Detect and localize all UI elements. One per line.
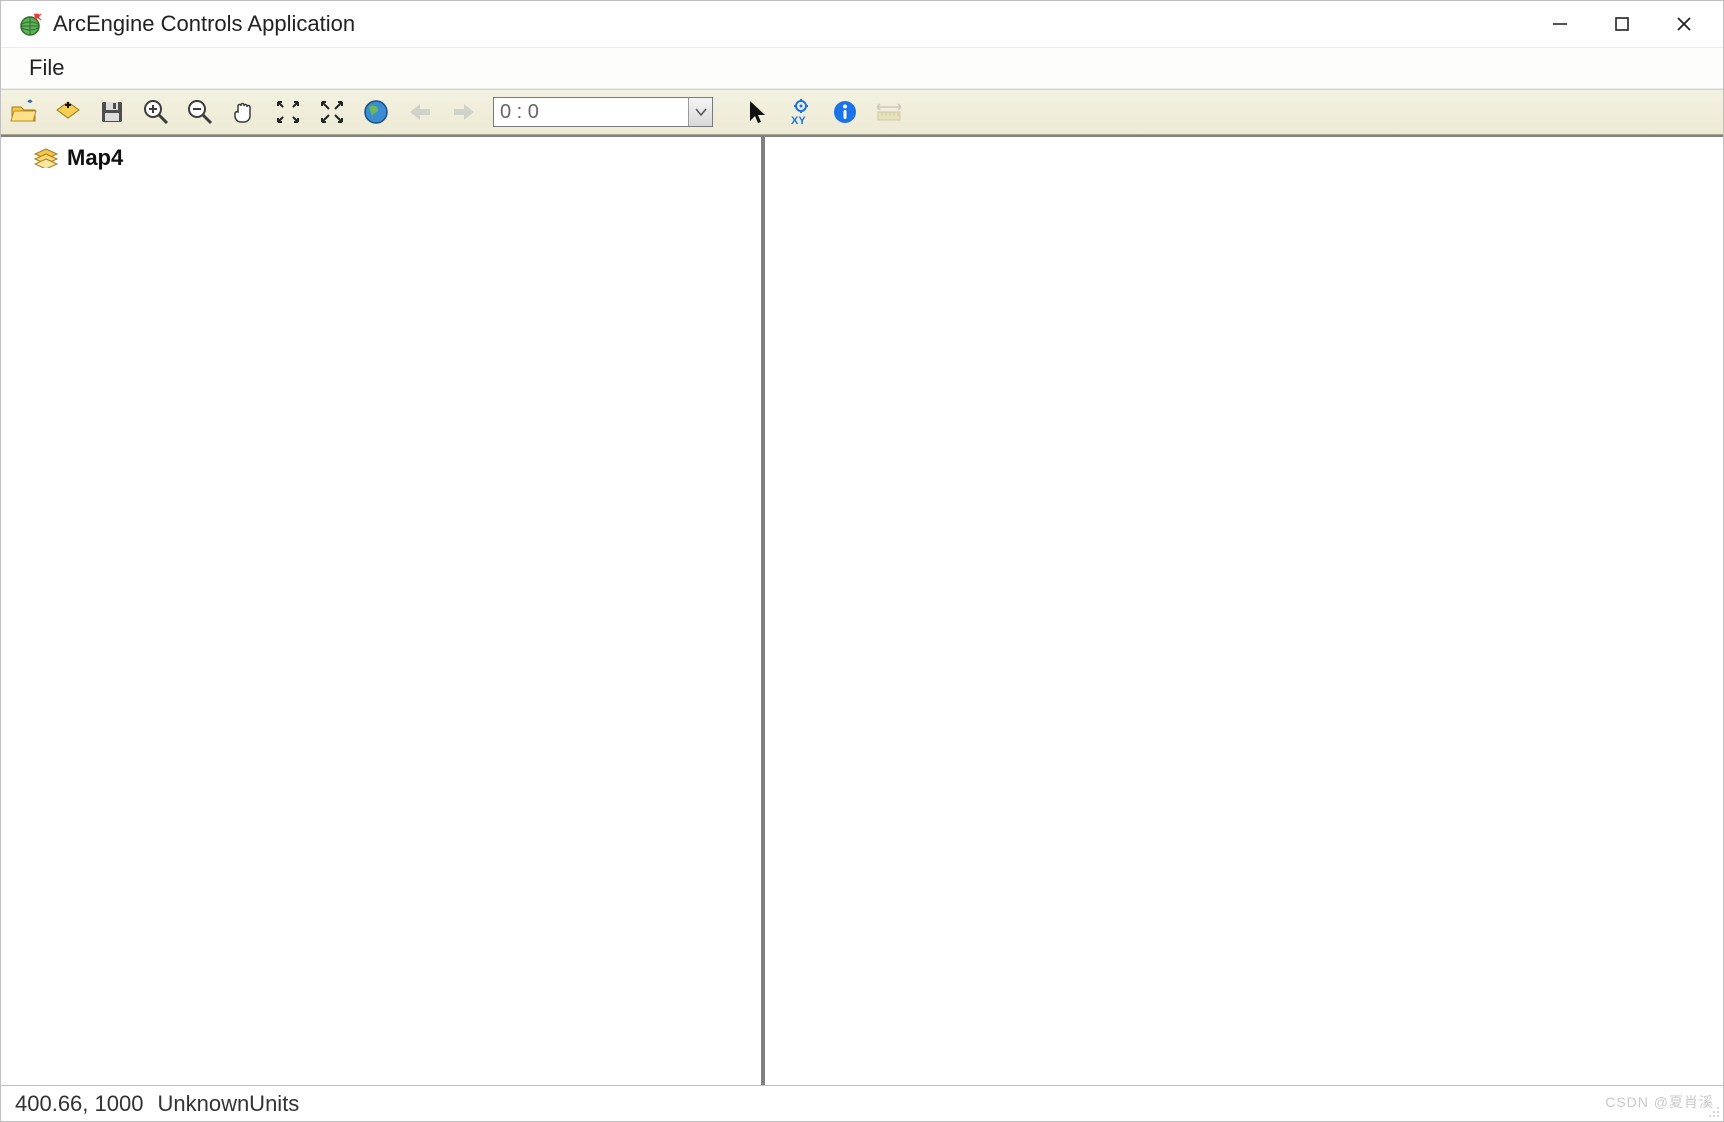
layers-icon [33, 148, 59, 168]
save-button[interactable] [97, 97, 127, 127]
pan-button[interactable] [229, 97, 259, 127]
scale-combobox[interactable]: 0 : 0 [493, 97, 713, 127]
zoom-in-icon [142, 98, 170, 126]
goto-xy-icon: XY [787, 98, 815, 126]
svg-text:XY: XY [791, 115, 806, 126]
open-button[interactable] [9, 97, 39, 127]
maximize-button[interactable] [1591, 4, 1653, 44]
close-button[interactable] [1653, 4, 1715, 44]
titlebar: ArcEngine Controls Application [1, 1, 1723, 47]
menu-file[interactable]: File [17, 51, 76, 85]
toc-item[interactable]: Map4 [33, 145, 749, 171]
globe-icon [363, 99, 389, 125]
add-data-icon [54, 99, 82, 125]
goto-xy-button[interactable]: XY [786, 97, 816, 127]
map-view[interactable] [765, 137, 1723, 1085]
scale-value: 0 : 0 [500, 101, 539, 124]
chevron-down-icon [688, 98, 712, 126]
back-button[interactable] [405, 97, 435, 127]
forward-button[interactable] [449, 97, 479, 127]
fixed-zoom-in-icon [275, 99, 301, 125]
table-of-contents[interactable]: Map4 [1, 137, 765, 1085]
status-coordinates: 400.66, 1000 [15, 1091, 143, 1117]
full-extent-arrows-icon [319, 99, 345, 125]
toolbar: 0 : 0 XY [1, 89, 1723, 135]
identify-button[interactable] [830, 97, 860, 127]
menubar: File [1, 47, 1723, 89]
watermark: CSDN @夏肖溪 [1605, 1092, 1714, 1112]
statusbar: 400.66, 1000 UnknownUnits [1, 1085, 1723, 1121]
measure-button[interactable] [874, 97, 904, 127]
pan-hand-icon [230, 98, 258, 126]
zoom-out-icon [186, 98, 214, 126]
open-folder-icon [10, 99, 38, 125]
pointer-icon [746, 99, 768, 125]
arrow-right-icon [451, 101, 477, 123]
content-area: Map4 [1, 135, 1723, 1085]
add-data-button[interactable] [53, 97, 83, 127]
resize-grip-icon[interactable] [1704, 1102, 1722, 1120]
window-title: ArcEngine Controls Application [53, 11, 355, 37]
minimize-button[interactable] [1529, 4, 1591, 44]
identify-icon [832, 99, 858, 125]
fixed-zoom-in-button[interactable] [273, 97, 303, 127]
zoom-out-button[interactable] [185, 97, 215, 127]
full-extent-arrows-button[interactable] [317, 97, 347, 127]
select-elements-button[interactable] [742, 97, 772, 127]
toc-item-label: Map4 [67, 145, 123, 171]
app-window: ArcEngine Controls Application File [0, 0, 1724, 1122]
save-icon [99, 99, 125, 125]
arrow-left-icon [407, 101, 433, 123]
full-extent-button[interactable] [361, 97, 391, 127]
status-units: UnknownUnits [157, 1091, 299, 1117]
measure-icon [874, 101, 904, 123]
zoom-in-button[interactable] [141, 97, 171, 127]
app-globe-icon [17, 11, 43, 37]
